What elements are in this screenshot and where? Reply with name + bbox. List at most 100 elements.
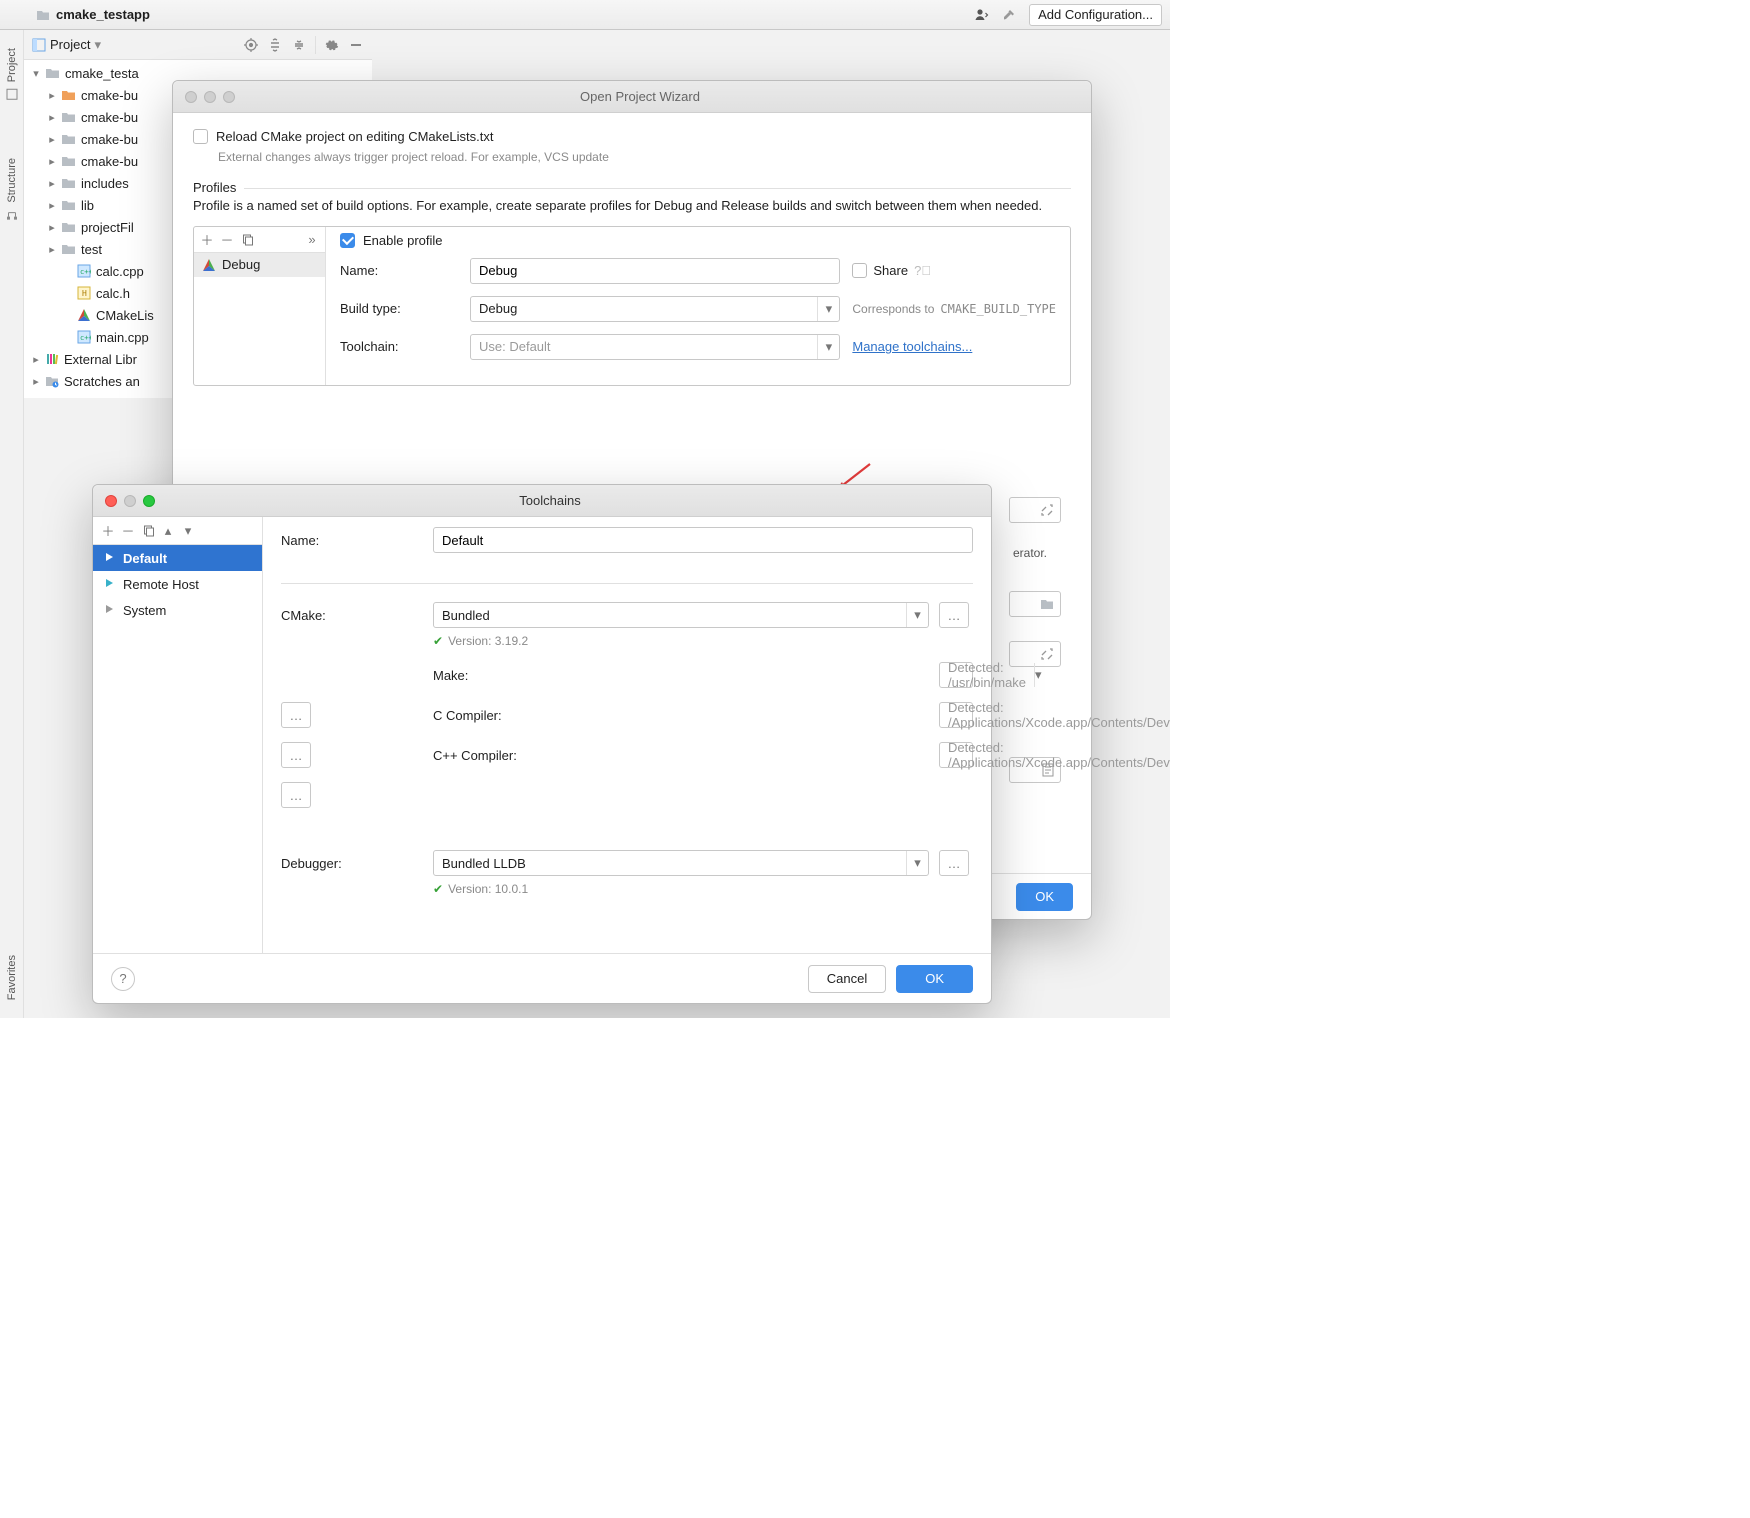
chevron-right-icon[interactable]: ▸	[46, 243, 58, 256]
tool-window-tab-structure-label: Structure	[6, 158, 18, 203]
manage-toolchains-link[interactable]: Manage toolchains...	[852, 339, 1056, 354]
cmake-browse-button[interactable]: …	[939, 602, 969, 628]
copy-toolchain-button[interactable]	[139, 522, 157, 540]
cc-value: Detected: /Applications/Xcode.app/Conten…	[940, 700, 1170, 730]
chevron-right-icon[interactable]: ▸	[46, 221, 58, 234]
help-button[interactable]: ?	[111, 967, 135, 991]
chevron-down-icon: ▾	[817, 297, 839, 321]
browse-icon[interactable]	[1009, 591, 1061, 617]
tree-folder-label: test	[81, 242, 102, 257]
chevron-right-icon[interactable]: ▸	[46, 133, 58, 146]
profile-item-debug[interactable]: Debug	[194, 253, 325, 277]
play-icon	[103, 551, 117, 565]
add-profile-button[interactable]: ＋	[198, 230, 216, 248]
more-icon[interactable]: »	[303, 230, 321, 248]
reload-cmake-checkbox[interactable]	[193, 129, 208, 144]
folder-icon	[61, 199, 76, 211]
chevron-right-icon[interactable]: ▸	[46, 177, 58, 190]
toolchain-item[interactable]: Default	[93, 545, 262, 571]
chevron-down-icon[interactable]: ▾	[94, 37, 101, 53]
play-icon	[103, 577, 117, 591]
remove-profile-button[interactable]: －	[218, 230, 236, 248]
hide-icon[interactable]	[344, 33, 368, 57]
svg-text:c++: c++	[80, 334, 91, 342]
gear-icon[interactable]	[320, 33, 344, 57]
tool-window-tab-favorites[interactable]: Favorites	[6, 955, 18, 1000]
chevron-right-icon[interactable]: ▸	[46, 155, 58, 168]
profile-item-label: Debug	[222, 257, 260, 272]
folder-icon	[61, 243, 76, 255]
profile-name-input[interactable]	[470, 258, 840, 284]
collapse-all-icon[interactable]	[287, 33, 311, 57]
check-icon: ✔	[433, 634, 443, 648]
run-configuration-dropdown[interactable]: Add Configuration...	[1029, 4, 1162, 26]
cxx-dropdown[interactable]: Detected: /Applications/Xcode.app/Conten…	[939, 742, 973, 768]
move-up-button[interactable]: ▴	[159, 522, 177, 540]
cc-label: C Compiler:	[433, 708, 929, 723]
chevron-right-icon[interactable]: ▸	[46, 199, 58, 212]
cxx-label: C++ Compiler:	[433, 748, 929, 763]
build-type-hint-mono: CMAKE_BUILD_TYPE	[940, 302, 1056, 316]
toolchain-item[interactable]: System	[93, 597, 262, 623]
vcs-user-icon[interactable]	[967, 4, 995, 26]
add-toolchain-button[interactable]: ＋	[99, 522, 117, 540]
tool-window-tab-project[interactable]: Project	[6, 48, 18, 100]
cancel-button[interactable]: Cancel	[808, 965, 886, 993]
chevron-right-icon[interactable]: ▸	[46, 111, 58, 124]
cc-browse-button[interactable]: …	[281, 742, 311, 768]
cc-dropdown[interactable]: Detected: /Applications/Xcode.app/Conten…	[939, 702, 973, 728]
project-gutter-icon	[6, 88, 18, 100]
window-zoom-button[interactable]	[143, 495, 155, 507]
toolchain-item-label: System	[123, 603, 166, 618]
debugger-label: Debugger:	[281, 856, 423, 871]
chevron-right-icon[interactable]: ▸	[30, 375, 42, 388]
project-view-title[interactable]: Project	[50, 37, 90, 52]
debugger-dropdown[interactable]: Bundled LLDB ▾	[433, 850, 929, 876]
tree-folder-label: includes	[81, 176, 129, 191]
name-label: Name:	[340, 263, 458, 278]
remove-toolchain-button[interactable]: －	[119, 522, 137, 540]
move-down-button[interactable]: ▾	[179, 522, 197, 540]
toolchain-dropdown[interactable]: Use: Default ▾	[470, 334, 840, 360]
enable-profile-label: Enable profile	[363, 233, 443, 248]
wizard-ok-button[interactable]: OK	[1016, 883, 1073, 911]
window-minimize-button[interactable]	[204, 91, 216, 103]
run-configuration-label: Add Configuration...	[1038, 7, 1153, 22]
help-icon[interactable]: ?⃝	[914, 263, 931, 278]
toolchains-dialog: Toolchains ＋ － ▴ ▾ DefaultRemote HostSys…	[92, 484, 992, 1004]
chevron-down-icon[interactable]: ▾	[30, 67, 42, 80]
copy-profile-button[interactable]	[238, 230, 256, 248]
window-close-button[interactable]	[185, 91, 197, 103]
debugger-browse-button[interactable]: …	[939, 850, 969, 876]
ok-button[interactable]: OK	[896, 965, 973, 993]
enable-profile-checkbox[interactable]	[340, 233, 355, 248]
window-zoom-button[interactable]	[223, 91, 235, 103]
tree-root-label: cmake_testa	[65, 66, 139, 81]
toolchain-item-label: Remote Host	[123, 577, 199, 592]
toolchain-item[interactable]: Remote Host	[93, 571, 262, 597]
folder-icon	[61, 133, 76, 145]
make-browse-button[interactable]: …	[281, 702, 311, 728]
expand-all-icon[interactable]	[263, 33, 287, 57]
expand-icon[interactable]	[1009, 497, 1061, 523]
tool-window-tab-structure[interactable]: Structure	[6, 158, 18, 221]
window-close-button[interactable]	[105, 495, 117, 507]
tc-name-input[interactable]	[433, 527, 973, 553]
window-minimize-button[interactable]	[124, 495, 136, 507]
profiles-description: Profile is a named set of build options.…	[193, 197, 1071, 216]
share-checkbox[interactable]	[852, 263, 867, 278]
structure-gutter-icon	[6, 209, 18, 221]
chevron-right-icon[interactable]: ▸	[46, 89, 58, 102]
tree-folder-label: lib	[81, 198, 94, 213]
cmake-label: CMake:	[281, 608, 423, 623]
chevron-right-icon[interactable]: ▸	[30, 353, 42, 366]
tool-window-tab-favorites-label: Favorites	[6, 955, 18, 1000]
build-hammer-icon[interactable]	[995, 4, 1023, 26]
cxx-browse-button[interactable]: …	[281, 782, 311, 808]
build-type-dropdown[interactable]: Debug ▾	[470, 296, 840, 322]
folder-icon	[61, 155, 76, 167]
cmake-dropdown[interactable]: Bundled ▾	[433, 602, 929, 628]
tree-folder-label: projectFil	[81, 220, 134, 235]
make-dropdown[interactable]: Detected: /usr/bin/make ▾	[939, 662, 973, 688]
locate-icon[interactable]	[239, 33, 263, 57]
